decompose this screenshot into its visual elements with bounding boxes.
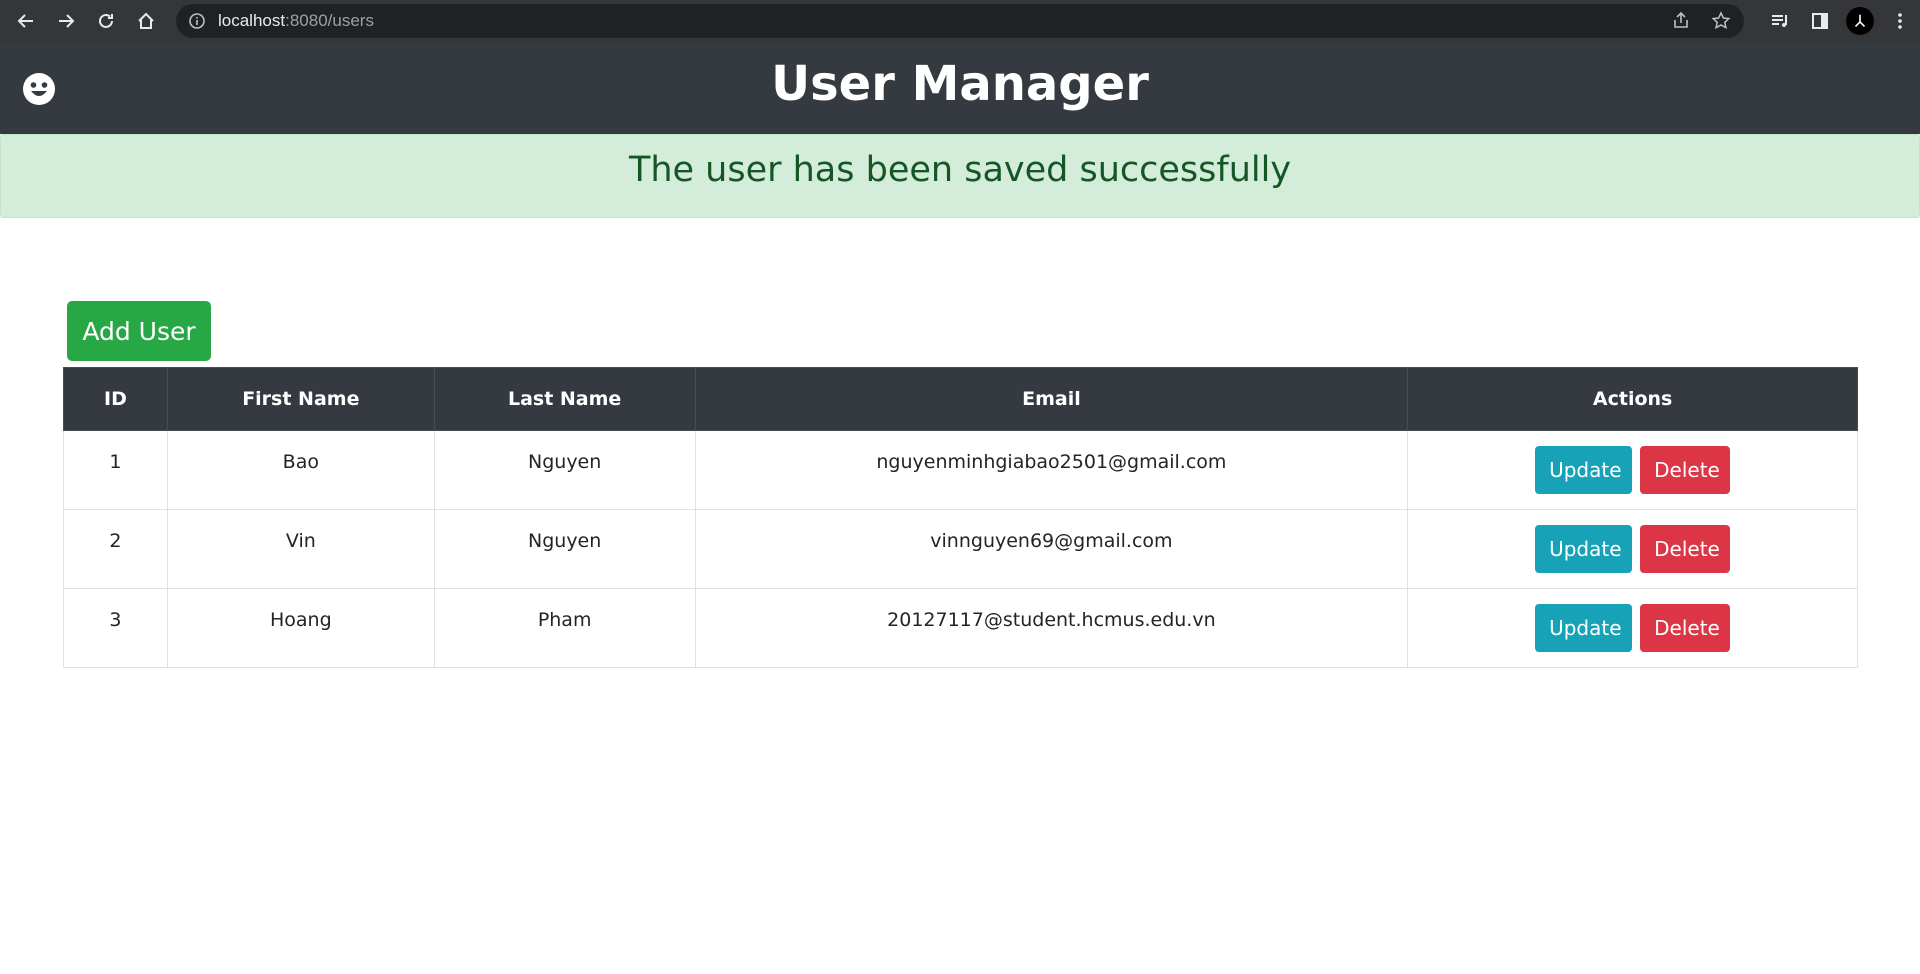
cell-email: 20127117@student.hcmus.edu.vn bbox=[694, 588, 1409, 668]
bookmark-star-icon[interactable] bbox=[1706, 6, 1736, 36]
cell-last-name: Pham bbox=[433, 588, 696, 668]
kebab-menu-icon[interactable] bbox=[1880, 0, 1920, 42]
cell-id: 1 bbox=[63, 430, 168, 510]
table-row: 2 Vin Nguyen vinnguyen69@gmail.com Updat… bbox=[63, 509, 1858, 589]
address-bar[interactable]: localhost:8080/users bbox=[176, 4, 1744, 38]
cell-first-name: Vin bbox=[166, 509, 435, 589]
cell-actions: Update Delete bbox=[1407, 509, 1858, 589]
cell-first-name: Bao bbox=[166, 430, 435, 510]
cell-last-name: Nguyen bbox=[433, 509, 696, 589]
cell-actions: Update Delete bbox=[1407, 430, 1858, 510]
update-button[interactable]: Update bbox=[1535, 604, 1633, 652]
update-button[interactable]: Update bbox=[1535, 446, 1633, 494]
forward-icon[interactable] bbox=[46, 0, 86, 42]
delete-button[interactable]: Delete bbox=[1640, 525, 1731, 573]
table-row: 3 Hoang Pham 20127117@student.hcmus.edu.… bbox=[63, 588, 1858, 668]
url-path: :8080/users bbox=[285, 11, 374, 30]
cell-id: 2 bbox=[63, 509, 168, 589]
col-header-actions: Actions bbox=[1407, 367, 1858, 431]
cell-first-name: Hoang bbox=[166, 588, 435, 668]
browser-toolbar: localhost:8080/users bbox=[0, 0, 1920, 42]
share-icon[interactable] bbox=[1666, 6, 1696, 36]
url-host: localhost bbox=[218, 11, 286, 30]
col-header-first-name: First Name bbox=[166, 367, 435, 431]
profile-avatar[interactable] bbox=[1840, 0, 1880, 42]
table-header-row: ID First Name Last Name Email Actions bbox=[63, 367, 1858, 431]
update-button[interactable]: Update bbox=[1535, 525, 1633, 573]
home-icon[interactable] bbox=[126, 0, 166, 42]
cell-id: 3 bbox=[63, 588, 168, 668]
col-header-email: Email bbox=[694, 367, 1409, 431]
media-queue-icon[interactable] bbox=[1760, 0, 1800, 42]
alert-message: The user has been saved successfully bbox=[628, 150, 1292, 190]
delete-button[interactable]: Delete bbox=[1640, 446, 1731, 494]
delete-button[interactable]: Delete bbox=[1640, 604, 1731, 652]
cell-actions: Update Delete bbox=[1407, 588, 1858, 668]
side-panel-icon[interactable] bbox=[1800, 0, 1840, 42]
back-icon[interactable] bbox=[6, 0, 46, 42]
url-text: localhost:8080/users bbox=[218, 11, 374, 31]
col-header-id: ID bbox=[63, 367, 168, 431]
col-header-last-name: Last Name bbox=[433, 367, 696, 431]
add-user-button[interactable]: Add User bbox=[67, 301, 211, 361]
site-info-icon[interactable] bbox=[188, 12, 206, 30]
page-title: User Manager bbox=[771, 56, 1149, 112]
reload-icon[interactable] bbox=[86, 0, 126, 42]
cell-email: vinnguyen69@gmail.com bbox=[694, 509, 1409, 589]
users-table: ID First Name Last Name Email Actions 1 … bbox=[63, 367, 1858, 668]
cell-email: nguyenminhgiabao2501@gmail.com bbox=[694, 430, 1409, 510]
table-row: 1 Bao Nguyen nguyenminhgiabao2501@gmail.… bbox=[63, 430, 1858, 510]
cell-last-name: Nguyen bbox=[433, 430, 696, 510]
